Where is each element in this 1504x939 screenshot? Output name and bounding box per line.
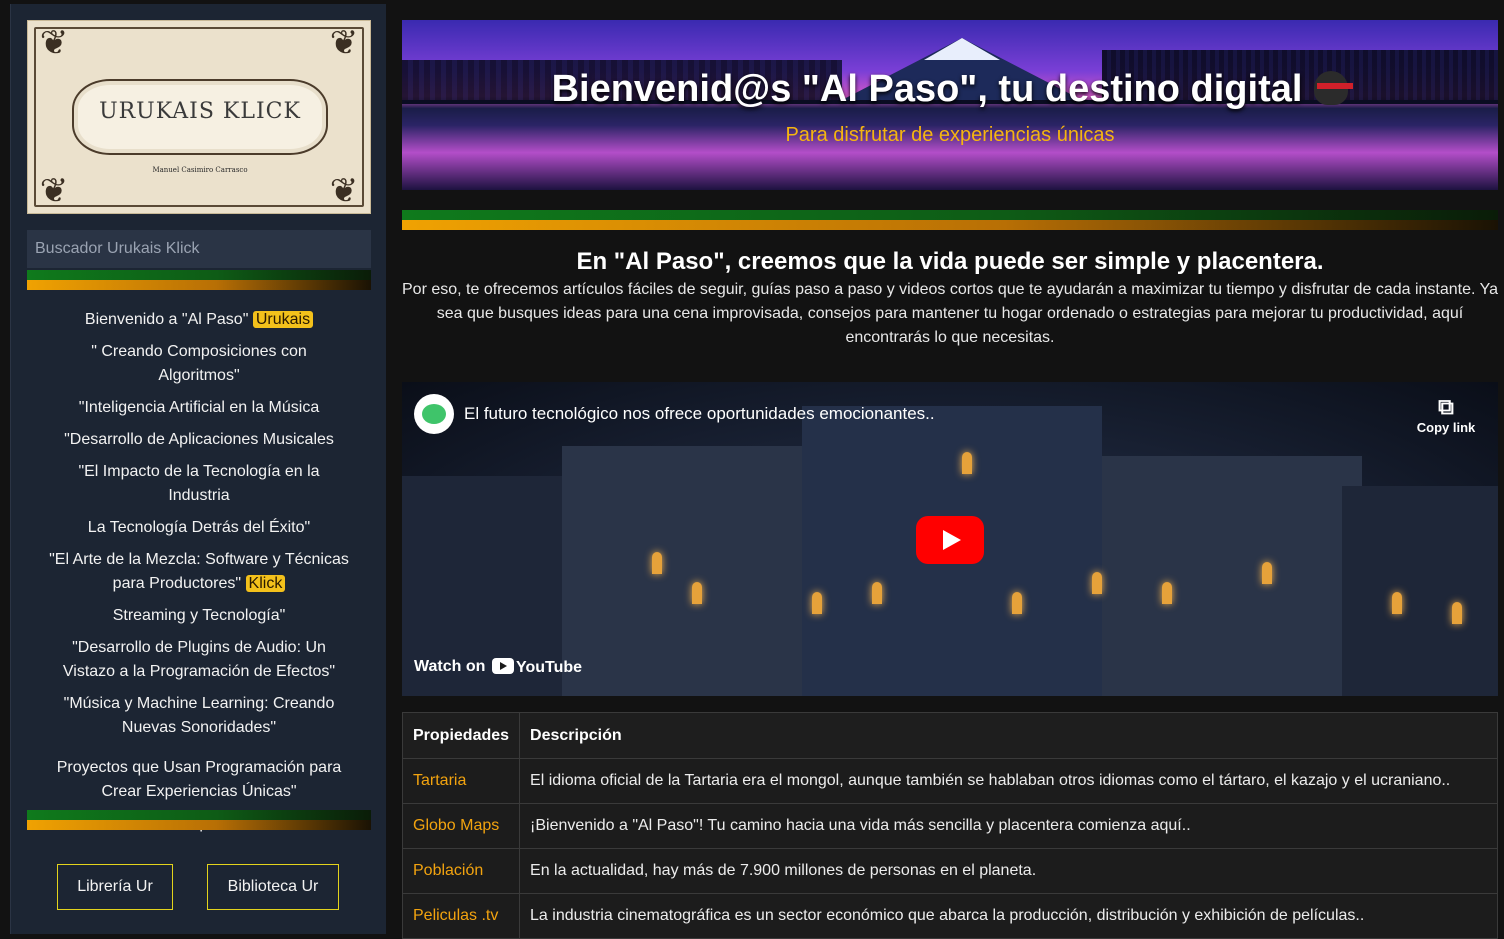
lit-window [1012, 592, 1022, 614]
hero-title: Bienvenid@s "Al Paso", tu destino digita… [402, 68, 1498, 111]
intro-heading: En "Al Paso", creemos que la vida puede … [576, 248, 1324, 275]
sidebar-nav-label: "Desarrollo de Aplicaciones Musicales [64, 431, 334, 448]
lit-window [1452, 602, 1462, 624]
sidebar-nav-item[interactable]: " Creando Composiciones con Algoritmos" [27, 336, 371, 392]
nav-badge: Urukais [252, 311, 314, 328]
search-input[interactable] [27, 230, 371, 268]
sidebar-nav-label: Streaming y Tecnología" [112, 607, 286, 624]
play-button[interactable] [916, 516, 984, 564]
intro-body: Por eso, te ofrecemos artículos fáciles … [402, 281, 1498, 346]
hero-subtitle: Para disfrutar de experiencias únicas [785, 124, 1115, 146]
channel-avatar[interactable] [414, 394, 454, 434]
divider-stripe [27, 270, 371, 290]
ornament-icon: ❦ [39, 171, 69, 211]
youtube-logo[interactable]: YouTube [492, 658, 582, 677]
sidebar-nav-item[interactable]: La Tecnología Detrás del Éxito" [27, 512, 371, 544]
logo-author: Manuel Casimiro Carrasco [152, 166, 248, 174]
libreria-button[interactable]: Librería Ur [57, 864, 173, 910]
sidebar-nav-label: Proyectos que Usan Programación para Cre… [56, 759, 342, 800]
video-title[interactable]: El futuro tecnológico nos ofrece oportun… [464, 404, 935, 424]
sidebar-nav-label: " Creando Composiciones con Algoritmos" [91, 343, 307, 384]
ornament-icon: ❦ [329, 23, 359, 63]
sidebar-nav-item[interactable]: Streaming y Tecnología" [27, 600, 371, 632]
lit-window [1092, 572, 1102, 594]
sidebar-nav-item[interactable]: "El Impacto de la Tecnología en la Indus… [27, 456, 371, 512]
sidebar-nav-item[interactable]: Proyectos que Usan Programación para Cre… [27, 752, 371, 808]
table-body: Tartaria El idioma oficial de la Tartaria… [401, 758, 1498, 939]
property-cell[interactable]: Tartaria [401, 758, 521, 804]
copy-link-label: Copy link [1416, 420, 1476, 435]
building-shape [1342, 486, 1498, 696]
hero-title-text: Bienvenid@s "Al Paso", tu destino digita… [551, 68, 1303, 110]
sidebar-nav-item[interactable]: Bienvenido a "Al Paso" Urukais [27, 304, 371, 336]
lit-window [812, 592, 822, 614]
nav-badge: Klick [245, 575, 286, 592]
lit-window [1162, 582, 1172, 604]
property-cell[interactable]: Globo Maps [401, 803, 521, 849]
sidebar-nav-label: "El Arte de la Mezcla: Software y Técnic… [49, 551, 349, 592]
property-cell[interactable]: Población [401, 848, 521, 894]
description-cell: La industria cinematográfica es un secto… [519, 893, 1498, 939]
lit-window [1392, 592, 1402, 614]
sidebar-nav-item[interactable]: "Música y Machine Learning: Creando Nuev… [27, 688, 371, 744]
description-cell: ¡Bienvenido a "Al Paso"! Tu camino hacia… [519, 803, 1498, 849]
mountain-snowcap [924, 38, 1000, 60]
table-row: Población En la actualidad, hay más de 7.… [401, 848, 1498, 894]
table-row: Tartaria El idioma oficial de la Tartaria… [401, 758, 1498, 804]
watch-on-label[interactable]: Watch on [414, 658, 485, 676]
ornament-icon: ❦ [39, 23, 69, 63]
lit-window [872, 582, 882, 604]
description-cell: El idioma oficial de la Tartaria era el … [519, 758, 1498, 804]
properties-table: Propiedades Descripción Tartaria El idiom… [401, 712, 1498, 939]
sidebar-nav-item[interactable]: "Inteligencia Artificial en la Música [27, 392, 371, 424]
lit-window [1262, 562, 1272, 584]
ninja-icon [1314, 71, 1354, 105]
table-row: Peliculas .tv La industria cinematográfic… [401, 893, 1498, 939]
building-shape [1102, 456, 1362, 696]
sidebar: ❦ ❦ ❦ ❦ URUKAIS KLICK Manuel Casimiro Ca… [10, 4, 386, 934]
ornament-icon: ❦ [329, 171, 359, 211]
property-cell[interactable]: Peliculas .tv [401, 893, 521, 939]
sidebar-nav-label: "Inteligencia Artificial en la Música [78, 399, 320, 416]
copy-icon: ⧉ [1438, 394, 1454, 419]
copy-link-button[interactable]: ⧉ Copy link [1416, 394, 1476, 435]
building-shape [562, 446, 802, 696]
sidebar-nav: Bienvenido a "Al Paso" Urukais " Creando … [27, 304, 371, 840]
divider-stripe [402, 210, 1498, 230]
column-header: Propiedades [401, 712, 521, 759]
sidebar-nav-label: La Tecnología Detrás del Éxito" [87, 519, 311, 536]
lit-window [692, 582, 702, 604]
lit-window [652, 552, 662, 574]
hero-banner: Bienvenid@s "Al Paso", tu destino digita… [402, 20, 1498, 190]
site-logo[interactable]: ❦ ❦ ❦ ❦ URUKAIS KLICK Manuel Casimiro Ca… [27, 20, 371, 214]
sidebar-nav-label: "Música y Machine Learning: Creando Nuev… [63, 695, 335, 736]
sidebar-nav-label: "Desarrollo de Plugins de Audio: Un Vist… [62, 639, 336, 680]
biblioteca-button[interactable]: Biblioteca Ur [207, 864, 339, 910]
youtube-wordmark: YouTube [516, 659, 583, 676]
sidebar-nav-item[interactable]: "El Arte de la Mezcla: Software y Técnic… [27, 544, 371, 600]
description-cell: En la actualidad, hay más de 7.900 millo… [519, 848, 1498, 894]
table-row: Globo Maps ¡Bienvenido a "Al Paso"! Tu ca… [401, 803, 1498, 849]
sidebar-nav-label: "El Impacto de la Tecnología en la Indus… [78, 463, 320, 504]
sidebar-nav-label: Bienvenido a "Al Paso" [84, 311, 249, 328]
table-header-row: Propiedades Descripción [401, 712, 1498, 759]
sidebar-nav-item[interactable]: "Desarrollo de Plugins de Audio: Un Vist… [27, 632, 371, 688]
sidebar-nav-item[interactable]: "Desarrollo de Aplicaciones Musicales [27, 424, 371, 456]
lit-window [962, 452, 972, 474]
column-header: Descripción [519, 712, 1498, 759]
youtube-icon [492, 658, 514, 674]
divider-stripe [27, 810, 371, 830]
youtube-embed[interactable]: El futuro tecnológico nos ofrece oportun… [402, 382, 1498, 696]
logo-title: URUKAIS KLICK [99, 99, 301, 124]
